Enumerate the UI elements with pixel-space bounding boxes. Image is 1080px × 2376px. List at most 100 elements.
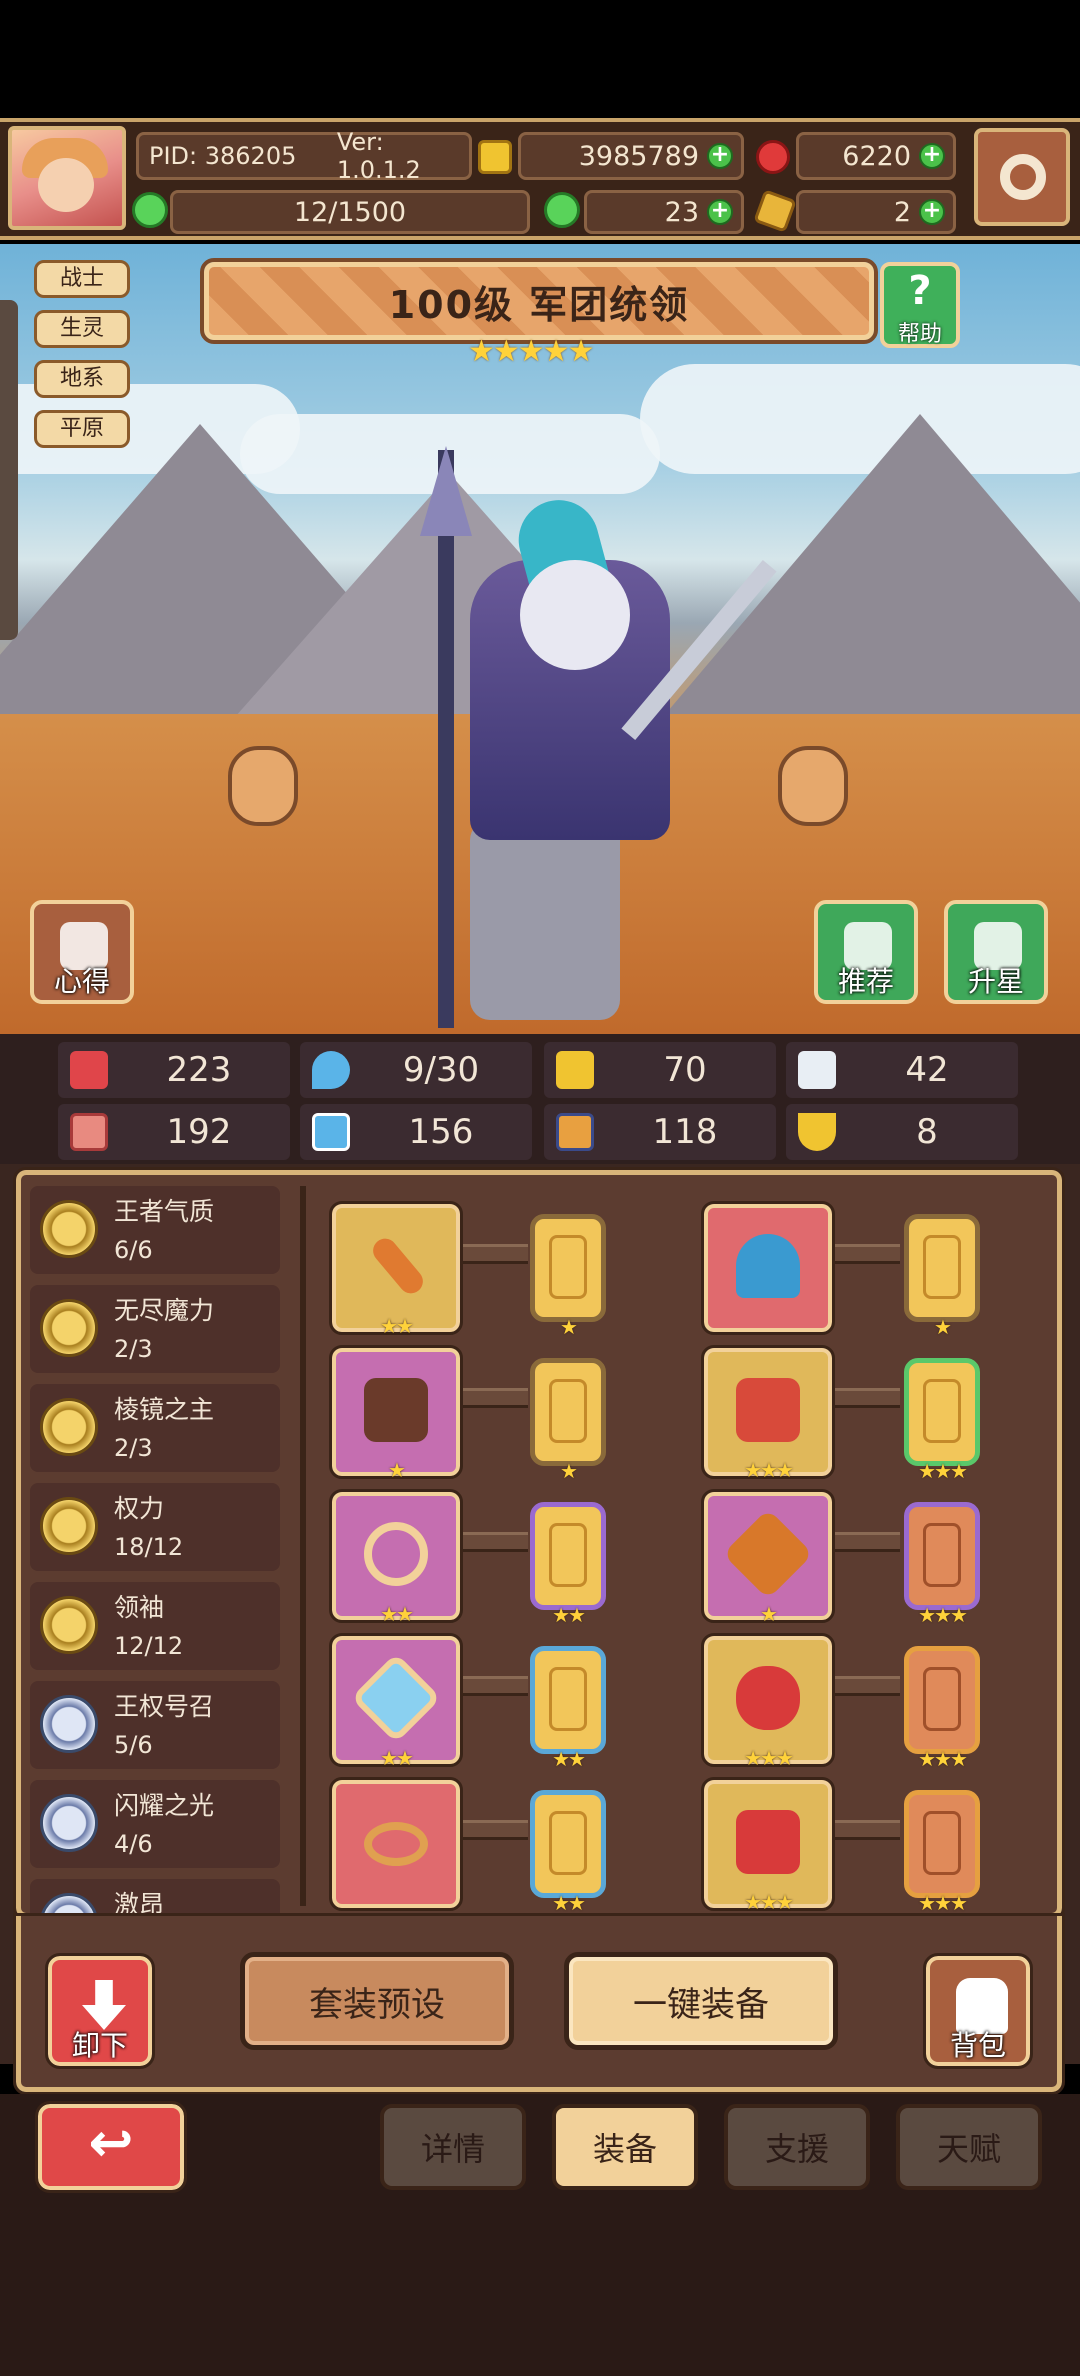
equip-slot-ring[interactable] (329, 1777, 463, 1911)
equip-slot-necklace[interactable]: ★★ (329, 1489, 463, 1626)
gem-amulet-icon (350, 1652, 442, 1744)
equip-slot-belt[interactable]: ★★★ (701, 1633, 835, 1770)
stat-resist: 118 (544, 1104, 776, 1160)
help-button[interactable]: ? 帮助 (880, 262, 960, 348)
rune-slot[interactable]: ★ (530, 1214, 606, 1339)
stat-mana-value: 9/30 (402, 1050, 480, 1090)
rune-stars: ★★ (552, 1747, 586, 1771)
armor-icon (364, 1378, 428, 1442)
settings-gear-button[interactable] (974, 128, 1070, 226)
panel-divider (300, 1186, 306, 1906)
set-bonus-list[interactable]: 王者气质 6/6 无尽魔力 2/3 棱镜之主 2/3 权力 18/12 领袖 12/12 … (30, 1186, 300, 1922)
gold-medal-icon (40, 1299, 98, 1357)
rune-slot[interactable]: ★★★ (904, 1358, 980, 1483)
rune-slot[interactable]: ★★ (530, 1502, 606, 1627)
equip-slot-cloak[interactable]: ★★★ (701, 1345, 835, 1482)
question-icon: ? (908, 268, 932, 314)
equip-slot-accessory[interactable]: ★ (701, 1489, 835, 1626)
rune-slot[interactable]: ★★★ (904, 1790, 980, 1915)
add-keys-button[interactable]: + (919, 199, 945, 225)
equip-slot-boots[interactable]: ★★★ (701, 1777, 835, 1914)
water-drop-icon (312, 1051, 350, 1089)
gold-amount: 3985789 (578, 140, 699, 172)
tag-terrain[interactable]: 平原 (34, 410, 130, 448)
set-item[interactable]: 领袖 12/12 (30, 1582, 280, 1670)
scepter-icon (368, 1233, 428, 1299)
wing-icon (798, 1051, 836, 1089)
set-name: 王权号召 (114, 1692, 215, 1721)
rune-stars: ★★★ (918, 1747, 968, 1771)
rune-slot[interactable]: ★ (904, 1214, 980, 1339)
equip-slot-helmet[interactable] (701, 1201, 835, 1335)
set-preset-button[interactable]: 套装预设 (240, 1952, 514, 2050)
tab-details[interactable]: 详情 (380, 2104, 526, 2190)
stat-magic: 156 (300, 1104, 532, 1160)
bag-button[interactable]: 背包 (923, 1953, 1033, 2069)
star-up-button[interactable]: 升星 (944, 900, 1048, 1004)
stat-resist-value: 118 (652, 1112, 718, 1152)
slot-stars: ★★★ (744, 1458, 794, 1482)
set-item[interactable]: 权力 18/12 (30, 1483, 280, 1571)
set-item[interactable]: 棱镜之主 2/3 (30, 1384, 280, 1472)
stat-attack: 192 (58, 1104, 290, 1160)
set-item[interactable]: 王者气质 6/6 (30, 1186, 280, 1274)
rune-stars: ★★ (552, 1603, 586, 1627)
rune-stars: ★★ (552, 1891, 586, 1915)
tab-support[interactable]: 支援 (724, 2104, 870, 2190)
boot-icon (556, 1113, 594, 1151)
equip-slot-amulet[interactable]: ★★ (329, 1633, 463, 1770)
back-button[interactable]: ↩ (35, 2101, 187, 2193)
tab-equipment[interactable]: 装备 (552, 2104, 698, 2190)
stat-speed: 42 (786, 1042, 1018, 1098)
gold-medal-icon (40, 1200, 98, 1258)
slot-stars: ★★ (380, 1602, 414, 1626)
hero-title-banner: 100级 军团统领 (200, 258, 878, 344)
recommend-button[interactable]: 推荐 (814, 900, 918, 1004)
rune-stars: ★★★ (918, 1459, 968, 1483)
add-clover-button[interactable]: + (707, 199, 733, 225)
carrot-icon (722, 1508, 814, 1600)
stat-magic-value: 156 (408, 1112, 474, 1152)
insight-button[interactable]: 心得 (30, 900, 134, 1004)
clover-pill: 23 + (584, 190, 744, 234)
add-gems-button[interactable]: + (919, 143, 945, 169)
auto-equip-button[interactable]: 一键装备 (564, 1952, 838, 2050)
unequip-button[interactable]: 卸下 (45, 1953, 155, 2069)
set-name: 棱镜之主 (114, 1395, 215, 1424)
gold-medal-icon (40, 1497, 98, 1555)
ring-icon (364, 1822, 428, 1866)
gold-pill: 3985789 + (518, 132, 744, 180)
hero-star-rating: ★★★★★ (468, 334, 594, 369)
rune-stars: ★★★ (918, 1891, 968, 1915)
rune-slot[interactable]: ★★ (530, 1790, 606, 1915)
recommend-label: 推荐 (837, 965, 894, 998)
add-gold-button[interactable]: + (707, 143, 733, 169)
next-hero-arrow-icon[interactable] (778, 746, 848, 826)
equip-slot-weapon[interactable]: ★★ (329, 1201, 463, 1338)
tag-element[interactable]: 地系 (34, 360, 130, 398)
hero-sprite (470, 820, 620, 1020)
tag-class[interactable]: 战士 (34, 260, 130, 298)
equip-slot-armor[interactable]: ★ (329, 1345, 463, 1482)
stat-attack-value: 192 (166, 1112, 232, 1152)
rune-slot[interactable]: ★★★ (904, 1646, 980, 1771)
rune-slot[interactable]: ★ (530, 1358, 606, 1483)
side-drawer-handle[interactable] (0, 300, 18, 640)
player-avatar[interactable] (8, 126, 126, 230)
spear-sprite (438, 450, 454, 1028)
keys-pill: 2 + (796, 190, 956, 234)
set-item[interactable]: 闪耀之光 4/6 (30, 1780, 280, 1868)
clover-amount: 23 (664, 196, 699, 228)
version-label: Ver: 1.0.1.2 (336, 128, 421, 184)
set-item[interactable]: 无尽魔力 2/3 (30, 1285, 280, 1373)
rune-slot[interactable]: ★★★ (904, 1502, 980, 1627)
tab-talent[interactable]: 天赋 (896, 2104, 1042, 2190)
prev-hero-arrow-icon[interactable] (228, 746, 298, 826)
fist-icon (70, 1113, 108, 1151)
set-item[interactable]: 王权号召 5/6 (30, 1681, 280, 1769)
rune-slot[interactable]: ★★ (530, 1646, 606, 1771)
player-info-pill: PID: 386205 Ver: 1.0.1.2 (136, 128, 472, 184)
tag-race[interactable]: 生灵 (34, 310, 130, 348)
set-name: 权力 (114, 1494, 165, 1523)
keys-amount: 2 (893, 196, 911, 228)
